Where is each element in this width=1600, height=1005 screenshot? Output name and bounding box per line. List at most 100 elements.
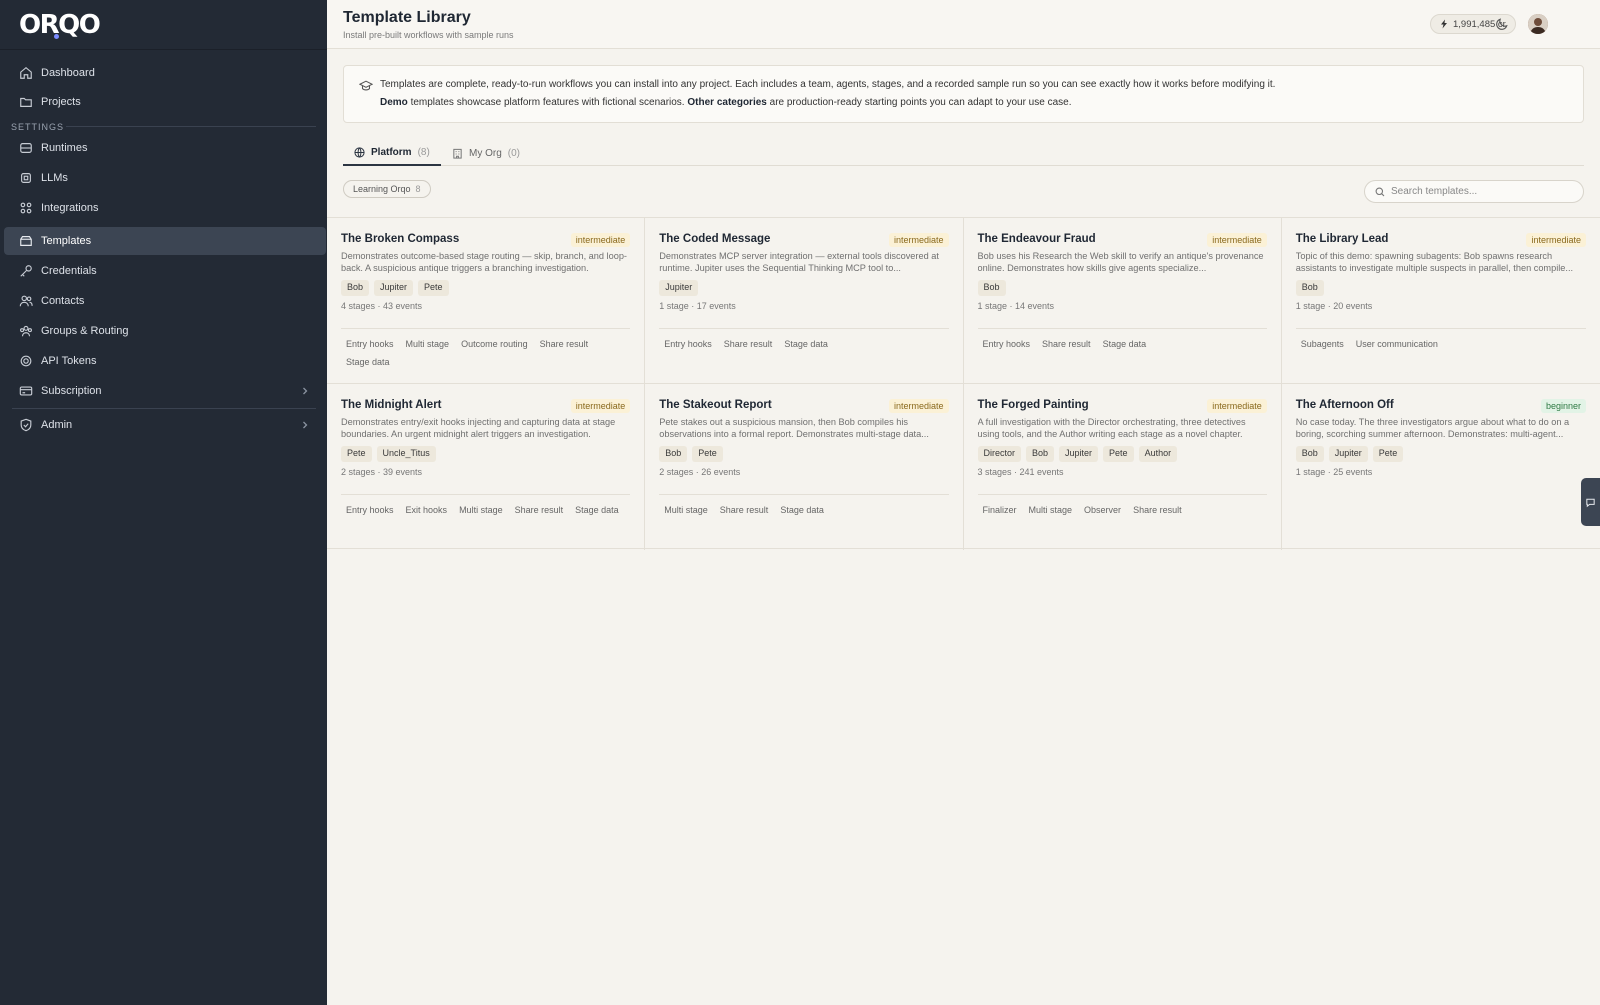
sidebar-item-label: LLMs [41,172,68,184]
sidebar-item-api-tokens[interactable]: API Tokens [4,347,326,375]
section-divider [66,126,316,127]
feature-tag: Share result [723,339,773,349]
feature-tag: Entry hooks [346,339,394,349]
card-stats: 2 stages · 39 events [341,467,423,477]
sidebar-item-admin[interactable]: Admin [4,411,326,439]
card-description: Bob uses his Research the Web skill to v… [977,251,1264,273]
page-title: Template Library [343,9,471,26]
feature-tag: Share result [1133,505,1182,515]
agent-chip: Jupiter [1328,446,1368,462]
level-badge: intermediate [570,399,631,413]
sidebar-item-subscription[interactable]: Subscription [4,377,326,405]
agent-chip: Bob [1295,280,1324,296]
agent-chip: Director [977,446,1022,462]
sidebar-item-label: Dashboard [41,67,95,79]
filter-chip-learning-orqo[interactable]: Learning Orqo 8 [343,180,431,198]
folder-icon [20,97,32,107]
card-stats: 3 stages · 241 events [977,467,1064,477]
agent-list: Bob Jupiter Pete [1295,446,1586,462]
sidebar-item-contacts[interactable]: Contacts [4,287,326,315]
sidebar: ORQO Dashboard Projects SETTINGS Runtime… [0,0,327,1005]
tab-my-org[interactable]: My Org (0) [452,140,520,166]
agent-list: Director Bob Jupiter Pete Author [977,446,1267,462]
box-icon [20,236,32,246]
sidebar-item-label: Subscription [41,385,102,397]
sidebar-item-groups-routing[interactable]: Groups & Routing [4,317,326,345]
template-card[interactable]: The Midnight Alert intermediate Demonstr… [327,384,646,550]
template-card[interactable]: The Forged Painting intermediate A full … [964,384,1282,550]
feature-list: Multi stage Share result Stage data [659,501,948,519]
sidebar-item-label: Projects [41,96,81,108]
sidebar-item-runtimes[interactable]: Runtimes [4,134,326,162]
card-description: Demonstrates MCP server integration — ex… [659,251,939,273]
agent-chip: Jupiter [1059,446,1099,462]
info-banner: Templates are complete, ready-to-run wor… [343,65,1584,123]
feature-tag: Multi stage [405,339,450,349]
sidebar-item-label: Integrations [41,202,99,214]
token-icon [20,355,32,367]
feature-tag: Entry hooks [982,339,1031,349]
tab-label: My Org [469,147,502,159]
agent-chip: Jupiter [374,280,414,296]
agent-chip: Author [1138,446,1178,462]
template-card[interactable]: The Stakeout Report intermediate Pete st… [645,384,964,550]
banner-text-line2: Demo templates showcase platform feature… [380,97,1072,108]
card-description: Pete stakes out a suspicious mansion, th… [659,417,929,439]
card-description: Demonstrates entry/exit hooks injecting … [341,417,616,439]
level-badge: intermediate [1526,233,1586,247]
card-divider [977,328,1267,329]
template-card[interactable]: The Endeavour Fraud intermediate Bob use… [963,218,1282,384]
feedback-tab[interactable] [1581,478,1600,526]
feature-tag: Stage data [784,339,828,349]
shield-icon [20,418,32,432]
agent-chip: Bob [1026,446,1055,462]
search-input[interactable] [1391,186,1571,197]
template-card[interactable]: The Library Lead intermediate Topic of t… [1281,218,1600,384]
template-card[interactable]: The Afternoon Off beginner No case today… [1282,384,1600,550]
sidebar-item-label: Runtimes [41,142,88,154]
feature-list: Entry hooks Multi stage Outcome routing … [341,335,630,371]
chat-icon [1586,498,1595,507]
feature-tag: Observer [1084,505,1122,515]
feature-tag: Multi stage [1028,505,1073,515]
card-divider [341,494,631,495]
logo[interactable]: ORQO [19,10,101,40]
avatar[interactable] [1528,14,1548,34]
feature-tag: Stage data [346,357,390,367]
sidebar-item-dashboard[interactable]: Dashboard [4,59,326,87]
search-icon [1375,187,1385,196]
moon-icon[interactable] [1495,16,1510,31]
feature-tag: Multi stage [459,505,503,515]
logo-dot [54,34,59,39]
sidebar-item-llms[interactable]: LLMs [4,164,326,192]
sidebar-item-integrations[interactable]: Integrations [4,194,326,222]
card-divider [659,328,949,329]
feature-tag: Subagents [1300,339,1344,349]
level-badge: intermediate [888,233,949,247]
template-card[interactable]: The Broken Compass intermediate Demonstr… [327,218,646,384]
feature-tag: Multi stage [664,505,708,515]
card-stats: 4 stages · 43 events [341,301,423,311]
sidebar-item-projects[interactable]: Projects [4,88,326,116]
card-description: A full investigation with the Director o… [977,417,1246,439]
user-avatar-icon [1528,14,1548,34]
template-card[interactable]: The Coded Message intermediate Demonstra… [645,218,964,384]
sidebar-item-label: Contacts [41,295,85,307]
banner-bold-demo: Demo [380,97,408,108]
feature-list: Finalizer Multi stage Observer Share res… [978,501,1267,519]
sidebar-item-credentials[interactable]: Credentials [4,257,326,285]
sidebar-item-templates[interactable]: Templates [4,227,326,255]
grid-icon [20,202,32,214]
feature-list: Entry hooks Share result Stage data [978,335,1267,353]
chevron-right-icon [303,387,308,395]
sidebar-item-label: Credentials [41,265,97,277]
agent-chip: Jupiter [659,280,699,296]
search-box[interactable] [1364,180,1584,203]
tab-platform[interactable]: Platform (8) [343,140,441,166]
tabs-divider [343,165,1584,166]
agent-list: Bob [977,280,1267,296]
agent-chip: Uncle_Titus [376,446,436,462]
agent-chip: Pete [418,280,449,296]
agent-list: Bob Jupiter Pete [341,280,630,296]
feature-tag: Outcome routing [461,339,528,349]
